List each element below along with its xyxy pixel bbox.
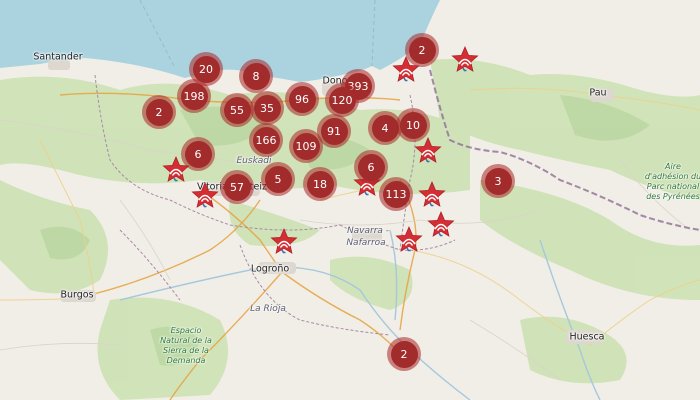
burgos-label: Burgos (60, 289, 94, 301)
route-star-icon[interactable] (450, 45, 480, 75)
cluster-count: 2 (390, 340, 418, 368)
logrono-label: Logroño (250, 263, 290, 275)
demanda-park-label: Espacio Natural de la Sierra de la Deman… (160, 326, 212, 365)
marker-cluster[interactable]: 18 (303, 167, 337, 201)
route-star-icon[interactable] (426, 210, 456, 240)
cluster-count: 113 (382, 180, 410, 208)
cluster-count: 6 (184, 140, 212, 168)
cluster-count: 166 (252, 126, 280, 154)
marker-cluster[interactable]: 57 (220, 170, 254, 204)
cluster-count: 91 (320, 117, 348, 145)
marker-cluster[interactable]: 2 (387, 337, 421, 371)
marker-cluster[interactable]: 8 (239, 59, 273, 93)
marker-cluster[interactable]: 35 (250, 91, 284, 125)
cluster-count: 18 (306, 170, 334, 198)
route-star-icon[interactable] (394, 225, 424, 255)
marker-cluster[interactable]: 120 (325, 83, 359, 117)
cluster-count: 109 (292, 132, 320, 160)
cluster-count: 3 (484, 167, 512, 195)
marker-cluster[interactable]: 6 (181, 137, 215, 171)
cluster-count: 55 (223, 96, 251, 124)
marker-cluster[interactable]: 198 (177, 79, 211, 113)
marker-cluster[interactable]: 10 (396, 108, 430, 142)
cluster-count: 35 (253, 94, 281, 122)
cluster-count: 120 (328, 86, 356, 114)
marker-cluster[interactable]: 6 (354, 150, 388, 184)
marker-cluster[interactable]: 109 (289, 129, 323, 163)
cluster-count: 96 (288, 85, 316, 113)
route-star-icon[interactable] (417, 180, 447, 210)
cluster-count: 8 (242, 62, 270, 90)
huesca-label: Huesca (569, 331, 605, 343)
cluster-count: 6 (357, 153, 385, 181)
marker-cluster[interactable]: 2 (405, 33, 439, 67)
cluster-count: 5 (264, 165, 292, 193)
cluster-count: 10 (399, 111, 427, 139)
map-view[interactable]: SantanderDonoPauVitoria-GasteizEuskadiNa… (0, 0, 700, 400)
marker-cluster[interactable]: 166 (249, 123, 283, 157)
marker-cluster[interactable]: 5 (261, 162, 295, 196)
marker-cluster[interactable]: 113 (379, 177, 413, 211)
euskadi-label: Euskadi (236, 156, 272, 166)
marker-cluster[interactable]: 2 (142, 95, 176, 129)
cluster-count: 57 (223, 173, 251, 201)
route-star-icon[interactable] (269, 227, 299, 257)
nafarroa-label: Nafarroa (346, 238, 386, 248)
marker-cluster[interactable]: 3 (481, 164, 515, 198)
cluster-count: 2 (145, 98, 173, 126)
cluster-count: 198 (180, 82, 208, 110)
marker-cluster[interactable]: 55 (220, 93, 254, 127)
route-star-icon[interactable] (190, 181, 220, 211)
navarra-label: Navarra - (346, 226, 390, 236)
pau-label: Pau (589, 87, 607, 99)
cluster-count: 4 (371, 114, 399, 142)
pyrenees-park-label: Aire d'adhésion du Parc national des Pyr… (644, 162, 700, 201)
marker-cluster[interactable]: 96 (285, 82, 319, 116)
la-rioja-label: La Rioja (250, 304, 286, 314)
santander-label: Santander (33, 51, 83, 63)
cluster-count: 2 (408, 36, 436, 64)
